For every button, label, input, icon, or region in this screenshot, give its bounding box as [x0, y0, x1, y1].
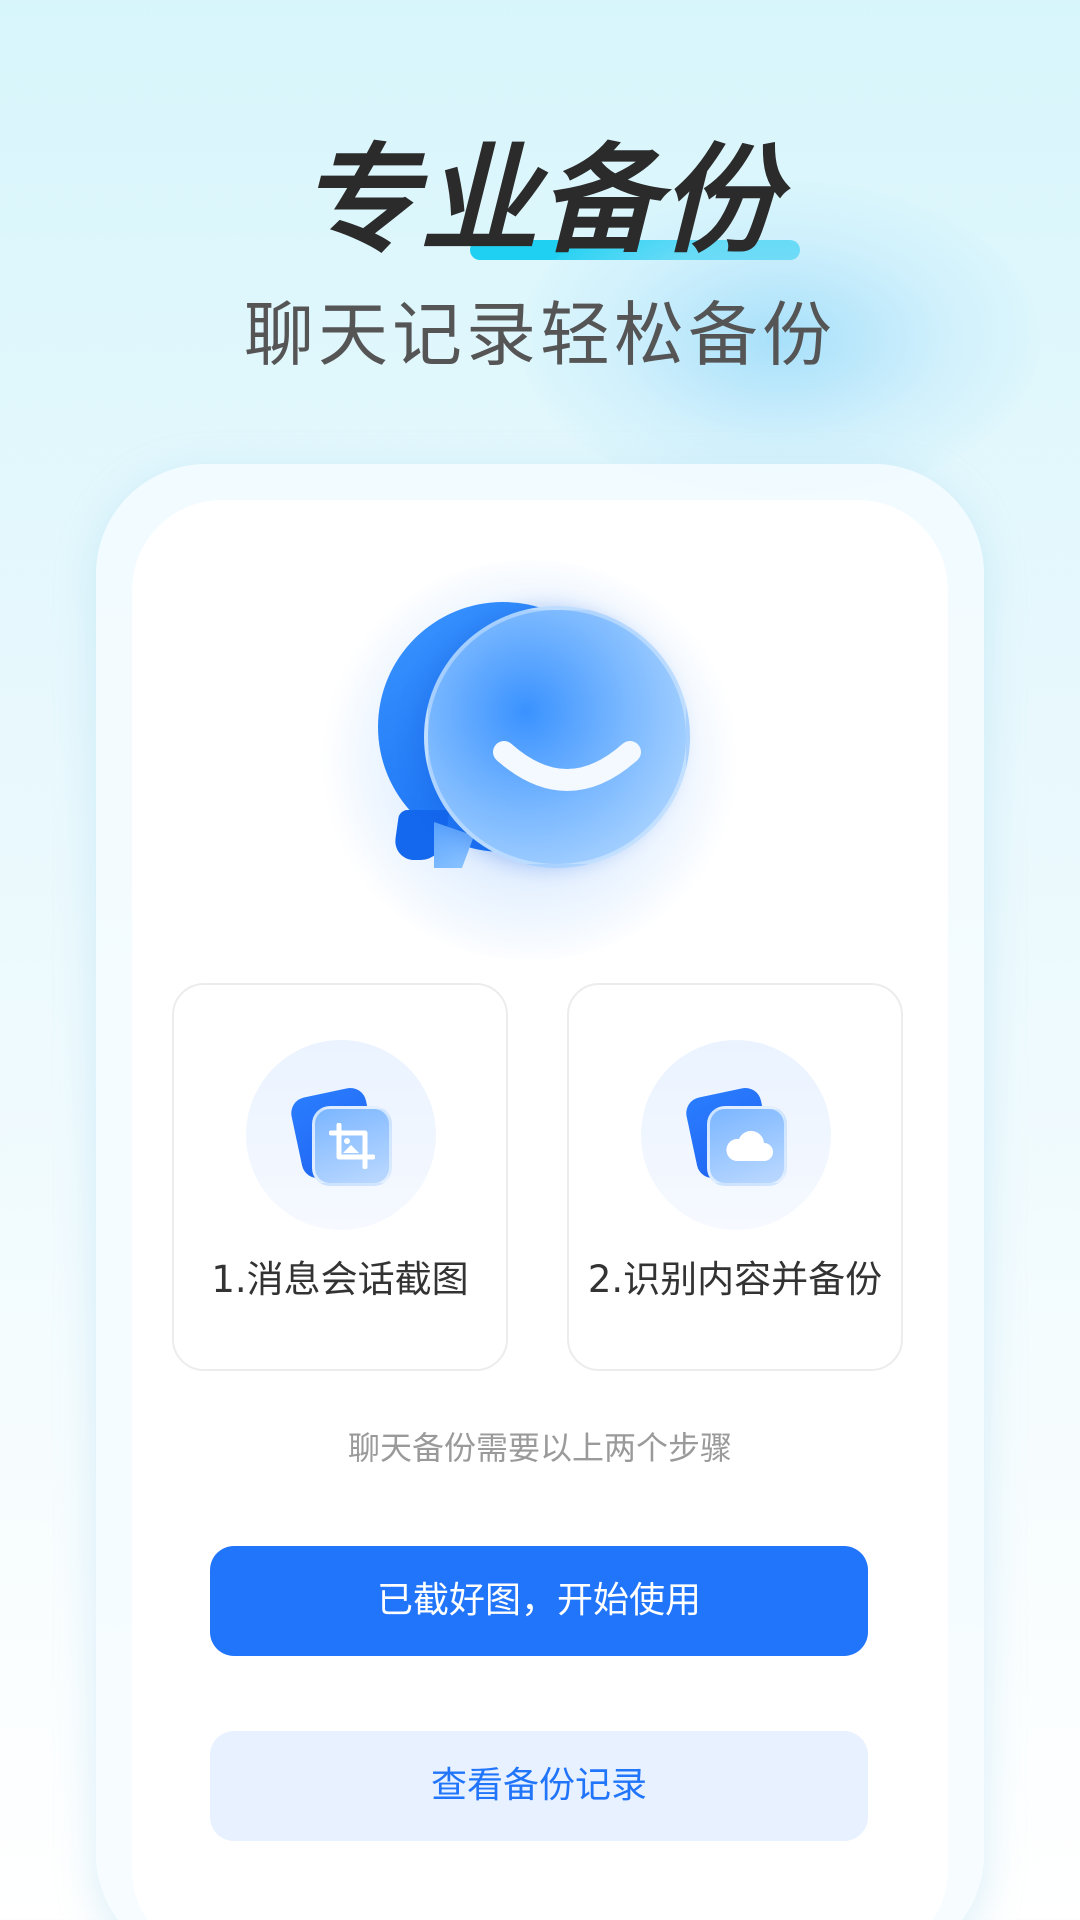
step-label: 2.识别内容并备份 — [587, 1258, 883, 1301]
crop-image-icon — [329, 1123, 375, 1169]
step-card-backup: 2.识别内容并备份 — [567, 983, 903, 1371]
start-using-button[interactable]: 已截好图，开始使用 — [210, 1546, 868, 1656]
step-card-screenshot: 1.消息会话截图 — [172, 983, 508, 1371]
cloud-shape — [726, 1130, 773, 1161]
step-label: 1.消息会话截图 — [211, 1258, 469, 1301]
app-logo — [320, 560, 740, 960]
page-title: 专业备份 — [299, 130, 800, 270]
smile-icon — [493, 741, 641, 791]
step-icon-background — [246, 1040, 436, 1230]
hero-title: 专业备份 — [0, 130, 1080, 270]
cloud-icon — [707, 1106, 787, 1186]
page-title-text: 专业备份 — [299, 131, 780, 269]
steps-hint: 聊天备份需要以上两个步骤 — [347, 1429, 732, 1467]
step-icon-background — [641, 1040, 831, 1230]
page-subtitle: 聊天记录轻松备份 — [244, 294, 836, 376]
screenshot-crop-icon — [312, 1106, 392, 1186]
view-backup-records-button[interactable]: 查看备份记录 — [210, 1731, 868, 1841]
